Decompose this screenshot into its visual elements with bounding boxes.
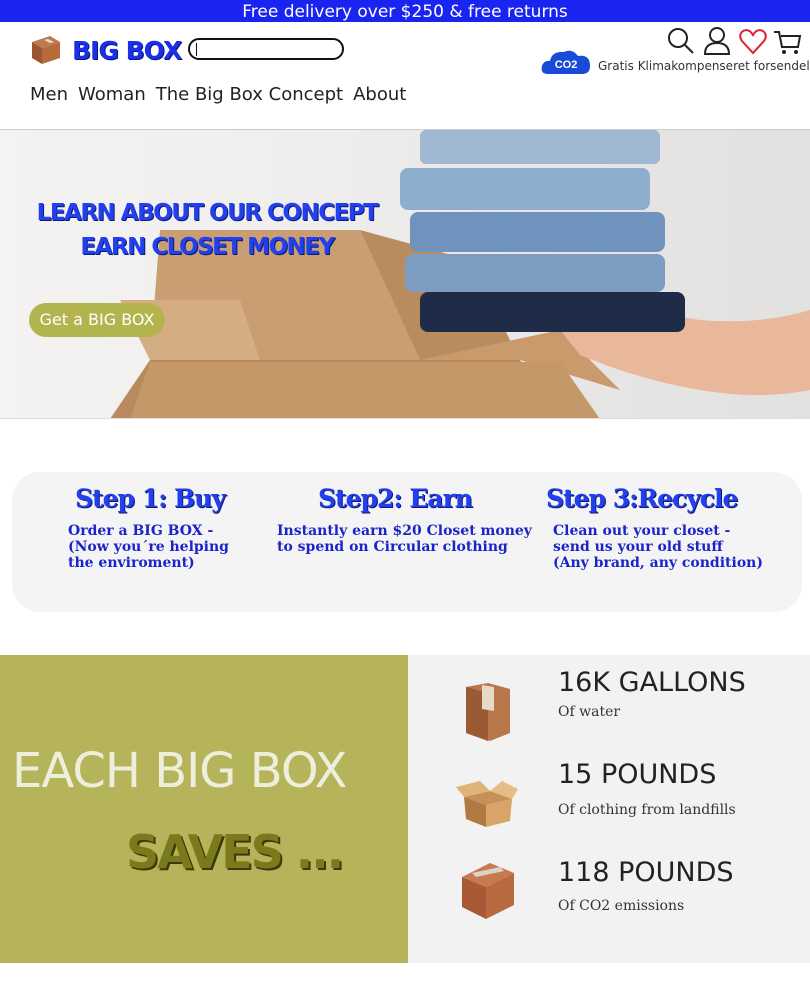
saves-headline: EACH BIG BOX <box>12 743 347 799</box>
search-input[interactable] <box>188 38 344 60</box>
saves-stats-panel: 16K GALLONS Of water 15 POUNDS Of clothi… <box>408 655 810 963</box>
step-3: Step 3:Recycle Clean out your closet - s… <box>546 484 763 571</box>
get-big-box-button[interactable]: Get a BIG BOX <box>29 303 165 337</box>
step-2-title: Step2: Earn <box>318 484 473 513</box>
stat-co2-value: 118 POUNDS <box>558 857 734 888</box>
nav-item-woman[interactable]: Woman <box>78 84 146 105</box>
stat-water-label: Of water <box>558 704 621 720</box>
stat-water: 16K GALLONS Of water <box>558 667 746 720</box>
saves-headline-panel: EACH BIG BOX SAVES ... <box>0 655 408 963</box>
saves-subheadline: SAVES ... <box>126 825 344 879</box>
step-3-text: Clean out your closet - send us your old… <box>553 523 763 571</box>
co2-badge-label: CO2 <box>555 59 578 71</box>
steps-panel: Step 1: Buy Order a BIG BOX - (Now you´r… <box>12 472 802 612</box>
search-icon[interactable] <box>666 26 696 56</box>
cart-icon[interactable] <box>772 26 802 56</box>
box-tape-icon <box>462 863 514 919</box>
box-logo-icon[interactable] <box>28 32 62 66</box>
co2-cloud-icon: CO2 <box>541 50 590 74</box>
step-2-text: Instantly earn $20 Closet money to spend… <box>277 523 532 555</box>
box-open-icon <box>456 781 518 827</box>
nav-item-concept[interactable]: The Big Box Concept <box>156 84 343 105</box>
user-icon[interactable] <box>702 26 732 56</box>
nav-item-about[interactable]: About <box>353 84 406 105</box>
brand-logo-text[interactable]: BIG BOX <box>72 36 182 65</box>
hero-image <box>110 130 810 418</box>
heart-icon[interactable] <box>738 26 768 56</box>
stat-water-value: 16K GALLONS <box>558 667 746 698</box>
stat-co2-label: Of CO2 emissions <box>558 898 685 914</box>
hero-title: LEARN ABOUT OUR CONCEPT EARN CLOSET MONE… <box>12 196 402 264</box>
promo-bar: Free delivery over $250 & free returns <box>0 0 810 22</box>
nav-item-men[interactable]: Men <box>30 84 68 105</box>
stat-co2: 118 POUNDS Of CO2 emissions <box>558 857 734 914</box>
stat-clothing-label: Of clothing from landfills <box>558 802 736 818</box>
step-2: Step2: Earn Instantly earn $20 Closet mo… <box>277 484 532 555</box>
main-nav: Men Woman The Big Box Concept About <box>30 84 416 105</box>
hero-title-line2: EARN CLOSET MONEY <box>80 234 335 260</box>
step-1-text: Order a BIG BOX - (Now you´re helping th… <box>68 523 229 571</box>
hero-banner: LEARN ABOUT OUR CONCEPT EARN CLOSET MONE… <box>0 130 810 419</box>
stat-clothing-value: 15 POUNDS <box>558 759 717 790</box>
site-header: BIG BOX CO2 Gratis Klimakompenseret fors… <box>0 22 810 130</box>
box-closed-icon <box>466 683 510 741</box>
shipping-note: Gratis Klimakompenseret forsendelse <box>598 59 810 73</box>
hero-title-line1: LEARN ABOUT OUR CONCEPT <box>36 200 379 226</box>
step-3-title: Step 3:Recycle <box>546 484 738 513</box>
stat-clothing: 15 POUNDS Of clothing from landfills <box>558 759 736 818</box>
step-1: Step 1: Buy Order a BIG BOX - (Now you´r… <box>68 484 229 571</box>
step-1-title: Step 1: Buy <box>75 484 226 513</box>
